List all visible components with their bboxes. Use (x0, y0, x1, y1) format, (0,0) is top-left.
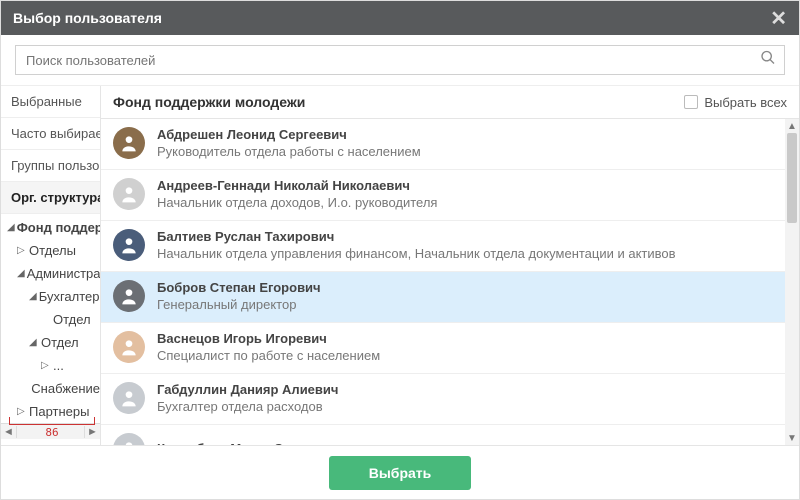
dialog-title: Выбор пользователя (13, 10, 162, 26)
tree-node[interactable]: ◢Бухгалтерия (1, 285, 100, 308)
user-position: Специалист по работе с населением (157, 348, 380, 363)
titlebar: Выбор пользователя ✕ (1, 1, 799, 35)
user-name: Абдрешен Леонид Сергеевич (157, 127, 421, 142)
tree-node[interactable]: Отдел (1, 308, 100, 331)
tab-groups[interactable]: Группы пользователей (1, 150, 100, 182)
user-name: Васнецов Игорь Игоревич (157, 331, 380, 346)
select-all[interactable]: Выбрать всех (684, 95, 787, 110)
tree-node[interactable]: ◢Отдел (1, 331, 100, 354)
org-tree: ◢Фонд поддержки молодежи ▷Отделы ◢Админи… (1, 214, 100, 423)
user-name: Балтиев Руслан Тахирович (157, 229, 676, 244)
user-position: Бухгалтер отдела расходов (157, 399, 338, 414)
select-all-label: Выбрать всех (704, 95, 787, 110)
measurement-annotation: 86 (9, 417, 95, 439)
tree-node[interactable]: Снабжение (1, 377, 100, 400)
user-position: Начальник отдела доходов, И.о. руководит… (157, 195, 437, 210)
scroll-down-icon[interactable]: ▼ (785, 431, 799, 445)
content: Выбранные Часто выбираемые Группы пользо… (1, 85, 799, 445)
list-vscroll[interactable]: ▲ ▼ (785, 119, 799, 445)
list-item[interactable]: Курумбаев Медет Серикович (101, 425, 799, 445)
measurement-value: 86 (9, 426, 95, 439)
select-button[interactable]: Выбрать (329, 456, 472, 490)
tab-frequent[interactable]: Часто выбираемые (1, 118, 100, 150)
tab-org-structure[interactable]: Орг. структура (1, 182, 100, 214)
user-picker-dialog: Выбор пользователя ✕ Выбранные Часто выб… (0, 0, 800, 500)
user-name: Бобров Степан Егорович (157, 280, 321, 295)
tree-node-label: Снабжение (31, 381, 100, 396)
avatar (113, 229, 145, 261)
tab-selected[interactable]: Выбранные (1, 86, 100, 118)
footer: Выбрать (1, 445, 799, 499)
tree-node[interactable]: ▷... (1, 354, 100, 377)
user-name: Габдуллин Данияр Алиевич (157, 382, 338, 397)
tree-node-label: Отдел (41, 335, 79, 350)
list-title: Фонд поддержки молодежи (113, 94, 305, 110)
avatar (113, 382, 145, 414)
user-position: Генеральный директор (157, 297, 321, 312)
search-wrap (15, 45, 785, 75)
avatar (113, 433, 145, 445)
search-row (1, 35, 799, 85)
avatar (113, 127, 145, 159)
tree-node-label: Администрация (27, 266, 101, 281)
user-name: Андреев-Геннади Николай Николаевич (157, 178, 437, 193)
tree-node-label: Бухгалтерия (39, 289, 101, 304)
tree-node-label: Фонд поддержки молодежи (17, 220, 101, 235)
scroll-thumb[interactable] (787, 133, 797, 223)
scroll-up-icon[interactable]: ▲ (785, 119, 799, 133)
close-icon[interactable]: ✕ (770, 6, 787, 31)
user-position: Начальник отдела управления финансом, На… (157, 246, 676, 261)
tree-node[interactable]: ▷Отделы (1, 239, 100, 262)
avatar (113, 178, 145, 210)
list-item[interactable]: Васнецов Игорь Игоревич Специалист по раб… (101, 323, 799, 374)
tree-node-label: Отделы (29, 243, 76, 258)
avatar (113, 331, 145, 363)
list-item[interactable]: Абдрешен Леонид Сергеевич Руководитель от… (101, 119, 799, 170)
right-column: Фонд поддержки молодежи Выбрать всех Абд… (101, 86, 799, 445)
tabs-column: Выбранные Часто выбираемые Группы пользо… (1, 86, 101, 445)
list-item[interactable]: Габдуллин Данияр Алиевич Бухгалтер отдела… (101, 374, 799, 425)
tree-node-label: ... (53, 358, 64, 373)
user-list: Абдрешен Леонид Сергеевич Руководитель от… (101, 119, 799, 445)
list-item[interactable]: Балтиев Руслан Тахирович Начальник отдела… (101, 221, 799, 272)
search-input[interactable] (16, 46, 784, 74)
tree-node[interactable]: ◢Фонд поддержки молодежи (1, 216, 100, 239)
search-icon[interactable] (760, 50, 776, 71)
list-header: Фонд поддержки молодежи Выбрать всех (101, 86, 799, 119)
user-name: Курумбаев Медет Серикович (157, 441, 344, 446)
avatar (113, 280, 145, 312)
tree-node-label: Отдел (53, 312, 91, 327)
user-position: Руководитель отдела работы с населением (157, 144, 421, 159)
tree-node[interactable]: ◢Администрация (1, 262, 100, 285)
list-item[interactable]: Андреев-Геннади Николай Николаевич Началь… (101, 170, 799, 221)
list-item[interactable]: Бобров Степан Егорович Генеральный директ… (101, 272, 799, 323)
select-all-checkbox[interactable] (684, 95, 698, 109)
